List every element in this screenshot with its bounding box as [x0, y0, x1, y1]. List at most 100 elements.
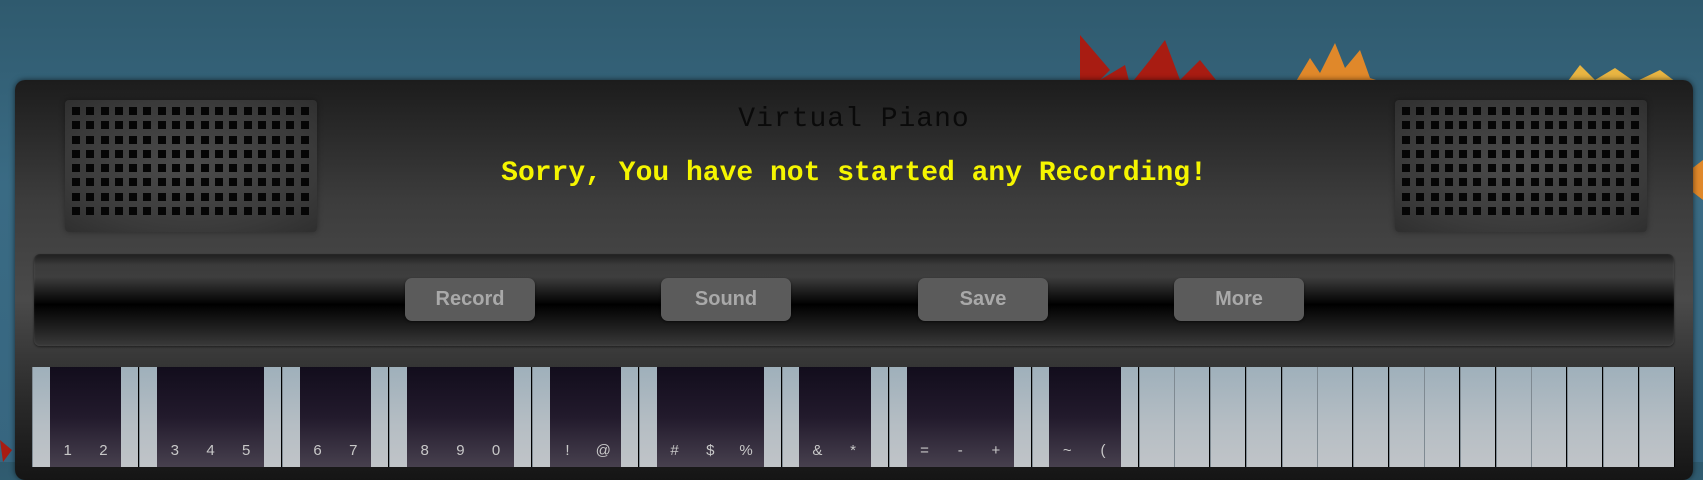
- white-key[interactable]: [1388, 367, 1424, 467]
- key-label: %: [739, 442, 753, 459]
- black-key[interactable]: $: [692, 367, 729, 467]
- black-key[interactable]: 7: [335, 367, 372, 467]
- white-key[interactable]: [1567, 367, 1603, 467]
- white-key[interactable]: [1174, 367, 1210, 467]
- white-key[interactable]: [1460, 367, 1495, 467]
- speaker-hole: [200, 207, 209, 216]
- speaker-hole: [1487, 192, 1496, 201]
- speaker-hole: [1459, 149, 1468, 158]
- speaker-hole: [1602, 135, 1611, 144]
- speaker-hole: [1430, 135, 1439, 144]
- speaker-hole: [1616, 192, 1625, 201]
- black-key[interactable]: *: [835, 367, 872, 467]
- black-key[interactable]: (: [1085, 367, 1121, 467]
- black-key[interactable]: &: [799, 367, 836, 467]
- speaker-hole: [100, 135, 109, 144]
- speaker-hole: [257, 207, 266, 216]
- black-key[interactable]: 9: [442, 367, 479, 467]
- speaker-hole: [200, 135, 209, 144]
- black-key[interactable]: -: [942, 367, 979, 467]
- black-key[interactable]: @: [585, 367, 622, 467]
- speaker-hole: [243, 135, 252, 144]
- speaker-hole: [143, 207, 152, 216]
- speaker-hole: [1444, 207, 1453, 216]
- black-key[interactable]: 6: [299, 367, 336, 467]
- speaker-hole: [272, 135, 281, 144]
- speaker-hole: [86, 135, 95, 144]
- speaker-hole: [114, 135, 123, 144]
- white-key[interactable]: [1531, 367, 1567, 467]
- speaker-hole: [1444, 135, 1453, 144]
- speaker-hole: [1444, 192, 1453, 201]
- sound-button[interactable]: Sound: [661, 278, 791, 321]
- white-key[interactable]: [1245, 367, 1281, 467]
- black-key[interactable]: 0: [478, 367, 515, 467]
- black-key[interactable]: 2: [85, 367, 122, 467]
- speaker-hole: [1530, 135, 1539, 144]
- speaker-hole: [1473, 149, 1482, 158]
- speaker-hole: [286, 192, 295, 201]
- speaker-hole: [1487, 149, 1496, 158]
- speaker-hole: [100, 149, 109, 158]
- speaker-hole: [1587, 192, 1596, 201]
- white-key[interactable]: [1424, 367, 1460, 467]
- white-key[interactable]: [1281, 367, 1317, 467]
- more-button[interactable]: More: [1174, 278, 1304, 321]
- speaker-hole: [229, 207, 238, 216]
- app-title: Virtual Piano: [738, 104, 970, 135]
- black-key[interactable]: +: [977, 367, 1014, 467]
- speaker-hole: [1630, 149, 1639, 158]
- speaker-hole: [72, 149, 80, 158]
- speaker-hole: [1530, 192, 1539, 201]
- speaker-hole: [172, 192, 181, 201]
- speaker-hole: [186, 192, 195, 201]
- speaker-hole: [114, 207, 123, 216]
- black-key[interactable]: 4: [192, 367, 229, 467]
- speaker-hole: [1630, 135, 1639, 144]
- white-key[interactable]: [1602, 367, 1638, 467]
- speaker-hole: [257, 149, 266, 158]
- key-label: #: [670, 442, 679, 459]
- speaker-hole: [243, 149, 252, 158]
- black-key[interactable]: 5: [228, 367, 265, 467]
- speaker-hole: [200, 192, 209, 201]
- black-key[interactable]: 1: [49, 367, 86, 467]
- black-key[interactable]: #: [656, 367, 693, 467]
- black-key[interactable]: 8: [406, 367, 443, 467]
- speaker-hole: [86, 192, 95, 201]
- white-key[interactable]: [1317, 367, 1353, 467]
- speaker-hole: [1573, 135, 1582, 144]
- speaker-hole: [114, 192, 123, 201]
- black-key[interactable]: ~: [1049, 367, 1086, 467]
- speaker-hole: [143, 192, 152, 201]
- black-key[interactable]: %: [728, 367, 764, 467]
- white-key[interactable]: [1352, 367, 1388, 467]
- black-key[interactable]: 3: [156, 367, 193, 467]
- speaker-hole: [1602, 207, 1611, 216]
- speaker-hole: [1544, 192, 1553, 201]
- speaker-hole: [272, 207, 281, 216]
- white-key[interactable]: [1210, 367, 1246, 467]
- speaker-hole: [186, 207, 195, 216]
- speaker-hole: [172, 207, 181, 216]
- key-label: 2: [99, 442, 108, 459]
- speaker-hole: [229, 135, 238, 144]
- key-label: *: [850, 442, 857, 459]
- record-button[interactable]: Record: [405, 278, 535, 321]
- speaker-hole: [1416, 192, 1425, 201]
- speaker-hole: [86, 207, 95, 216]
- key-label: 9: [456, 442, 465, 459]
- white-key[interactable]: [1495, 367, 1531, 467]
- speaker-hole: [143, 135, 152, 144]
- speaker-hole: [214, 149, 223, 158]
- white-key[interactable]: [1138, 367, 1174, 467]
- speaker-hole: [1602, 149, 1611, 158]
- speaker-hole: [1544, 149, 1553, 158]
- black-key[interactable]: !: [549, 367, 586, 467]
- save-button[interactable]: Save: [918, 278, 1048, 321]
- speaker-hole: [1559, 149, 1568, 158]
- black-key[interactable]: =: [906, 367, 943, 467]
- recording-status-message: Sorry, You have not started any Recordin…: [501, 158, 1207, 189]
- white-key[interactable]: [1638, 367, 1674, 467]
- speaker-hole: [257, 135, 266, 144]
